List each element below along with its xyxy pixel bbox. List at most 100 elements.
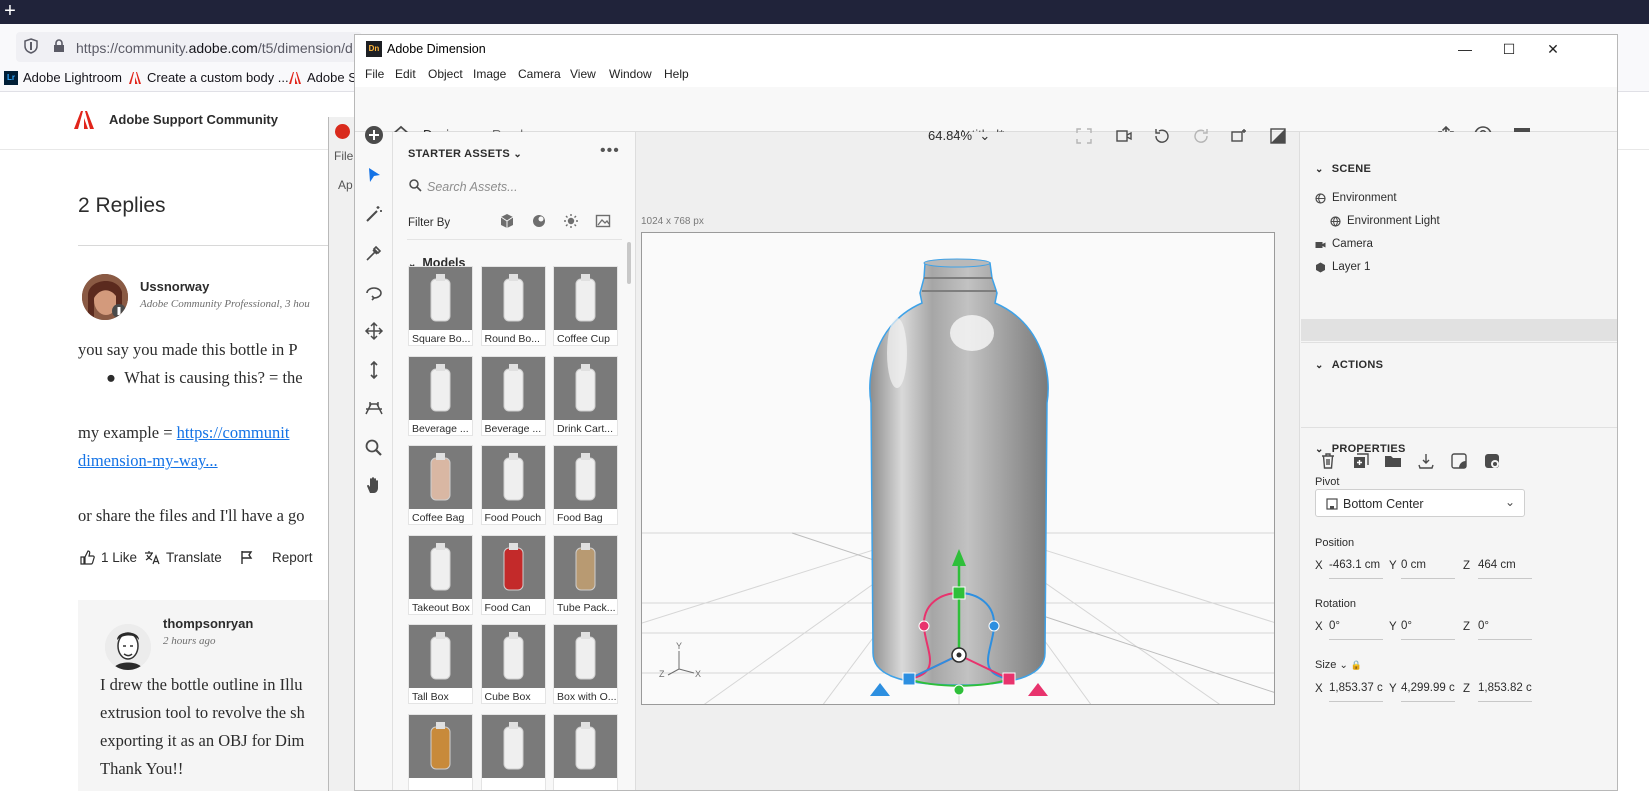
render-preview-icon[interactable] <box>1269 127 1287 145</box>
maximize-button[interactable]: ☐ <box>1487 35 1531 63</box>
url-text[interactable]: https://community.adobe.com/t5/dimension… <box>76 40 353 56</box>
menu-camera[interactable]: Camera <box>518 67 561 81</box>
bookmark-camera-icon[interactable] <box>1230 127 1248 145</box>
position-y-field[interactable]: 0 cm <box>1401 559 1455 579</box>
bookmark-adobe-s[interactable]: Adobe S <box>288 70 357 85</box>
asset-tile-takeout-box[interactable]: Takeout Box <box>408 534 473 615</box>
lightroom-icon: Lr <box>4 70 18 85</box>
align-icon[interactable] <box>1450 452 1468 470</box>
scene-item-environment-light[interactable]: Environment Light <box>1330 215 1440 227</box>
menu-object[interactable]: Object <box>428 67 463 81</box>
hand-tool-icon[interactable] <box>364 475 384 495</box>
creative-cloud-icon <box>335 124 350 139</box>
asset-tile-beverage-can-2[interactable]: Beverage ... <box>480 355 546 436</box>
magic-wand-icon[interactable] <box>364 204 384 224</box>
shield-icon[interactable] <box>24 38 38 54</box>
menu-edit[interactable]: Edit <box>395 67 416 81</box>
coffee-bag-icon <box>409 446 472 509</box>
scene-canvas[interactable]: Y X Z <box>641 232 1275 705</box>
menu-file[interactable]: File <box>365 67 384 81</box>
position-z-field[interactable]: 464 cm <box>1478 559 1532 579</box>
bookmark-label: Adobe Lightroom <box>23 70 123 85</box>
rotation-z-field[interactable]: 0° <box>1478 620 1532 640</box>
drop-to-ground-icon[interactable] <box>1417 452 1435 470</box>
asset-tile-beverage-can[interactable]: Beverage ... <box>408 355 473 436</box>
asset-tile-food-can[interactable]: Food Can <box>480 534 546 615</box>
asset-tile-coffee-cup[interactable]: Coffee Cup <box>553 266 618 346</box>
frame-selection-icon[interactable] <box>1075 127 1093 145</box>
reply-author[interactable]: Ussnorway <box>140 279 209 294</box>
menu-image[interactable]: Image <box>473 67 506 81</box>
menu-window[interactable]: Window <box>609 67 652 81</box>
site-title[interactable]: Adobe Support Community <box>109 112 278 127</box>
zoom-tool-icon[interactable] <box>364 438 384 458</box>
adobe-logo-icon[interactable] <box>74 111 94 129</box>
close-button[interactable]: ✕ <box>1531 35 1575 63</box>
asset-tile-label: Beverage ... <box>412 422 469 435</box>
minimize-button[interactable]: — <box>1443 35 1487 63</box>
scene-section-header[interactable]: ⌄ SCENE <box>1315 163 1371 175</box>
lock-proportions-icon[interactable]: 🔒 <box>1351 660 1362 670</box>
asset-tile-envelope[interactable] <box>553 713 618 790</box>
scene-item-environment[interactable]: Environment <box>1315 192 1397 204</box>
pivot-value: Bottom Center <box>1343 497 1424 511</box>
reply-text: you say you made this bottle in P <box>78 340 298 359</box>
illustrator-tab[interactable]: Ap <box>338 178 353 192</box>
position-x-field[interactable]: -463.1 cm <box>1329 559 1383 579</box>
fit-camera-icon[interactable] <box>1115 127 1133 145</box>
asset-tile-square-bottle[interactable]: Square Bo... <box>408 266 473 346</box>
new-tab-button[interactable]: + <box>0 0 20 24</box>
like-button[interactable]: 1 Like <box>80 550 137 565</box>
bookmark-lightroom[interactable]: Lr Adobe Lightroom <box>4 70 122 85</box>
example-link[interactable]: https://communit <box>177 423 290 442</box>
rotation-x-field[interactable]: 0° <box>1329 620 1383 640</box>
redo-camera-icon[interactable] <box>1192 127 1210 145</box>
select-tool-icon[interactable] <box>364 165 384 185</box>
size-y-label: Y <box>1389 683 1397 695</box>
size-z-field[interactable]: 1,853.82 cm <box>1478 682 1532 702</box>
lock-icon[interactable] <box>53 39 65 53</box>
pivot-select[interactable]: Bottom Center ⌄ <box>1315 489 1525 517</box>
scene-item-layer-1[interactable]: Layer 1 <box>1315 261 1370 273</box>
scene-item-camera[interactable]: Camera <box>1315 238 1373 250</box>
asset-tile-tall-box[interactable]: Tall Box <box>408 624 473 704</box>
zoom-dropdown[interactable]: 64.84% ⌄ <box>928 128 990 144</box>
properties-section-header[interactable]: ⌄ PROPERTIES <box>1315 443 1406 455</box>
place-on-image-icon[interactable] <box>1483 452 1501 470</box>
asset-tile-drink-carton[interactable]: Drink Cart... <box>553 355 618 436</box>
horizon-tool-icon[interactable] <box>364 398 384 418</box>
reply-author[interactable]: thompsonryan <box>163 616 253 631</box>
properties-sidebar: ⌄ SCENE Environment Environment Light Cam… <box>1299 132 1617 790</box>
bookmark-custom-body[interactable]: Create a custom body ... <box>128 70 289 85</box>
illustrator-menu-file[interactable]: File <box>334 149 353 163</box>
sample-tool-icon[interactable] <box>364 243 384 263</box>
camera-icon <box>1315 241 1326 248</box>
rotation-y-field[interactable]: 0° <box>1401 620 1455 640</box>
asset-tile-tube-pack[interactable]: Tube Pack... <box>553 534 618 615</box>
pan-camera-icon[interactable] <box>364 321 384 341</box>
asset-tile-cube-box[interactable]: Cube Box <box>480 624 546 704</box>
asset-tile-cardboard-box[interactable] <box>408 713 473 790</box>
size-x-field[interactable]: 1,853.37 cm <box>1329 682 1383 702</box>
actions-section-header[interactable]: ⌄ ACTIONS <box>1315 359 1383 371</box>
orbit-tool-icon[interactable] <box>364 283 384 303</box>
size-y-field[interactable]: 4,299.99 cm <box>1401 682 1455 702</box>
asset-tile-food-pouch[interactable]: Food Pouch <box>480 445 546 525</box>
size-label[interactable]: Size ⌄ 🔒 <box>1315 659 1362 671</box>
asset-tile-coffee-bag[interactable]: Coffee Bag <box>408 445 473 525</box>
asset-tile-folded-sheet[interactable] <box>480 713 546 790</box>
asset-tile-box-with-opening[interactable]: Box with O... <box>553 624 618 704</box>
avatar[interactable] <box>105 624 151 670</box>
report-button[interactable]: Report <box>240 550 313 565</box>
undo-camera-icon[interactable] <box>1153 127 1171 145</box>
asset-tile-round-bottle[interactable]: Round Bo... <box>480 266 546 346</box>
asset-tile-food-bag[interactable]: Food Bag <box>553 445 618 525</box>
menu-view[interactable]: View <box>570 67 596 81</box>
add-icon[interactable] <box>364 125 384 145</box>
avatar[interactable] <box>82 274 128 320</box>
menu-help[interactable]: Help <box>664 67 689 81</box>
dolly-tool-icon[interactable] <box>364 360 384 380</box>
translate-button[interactable]: Translate <box>144 550 222 565</box>
example-link-continued[interactable]: dimension-my-way... <box>78 451 218 471</box>
size-x-label: X <box>1315 683 1323 695</box>
